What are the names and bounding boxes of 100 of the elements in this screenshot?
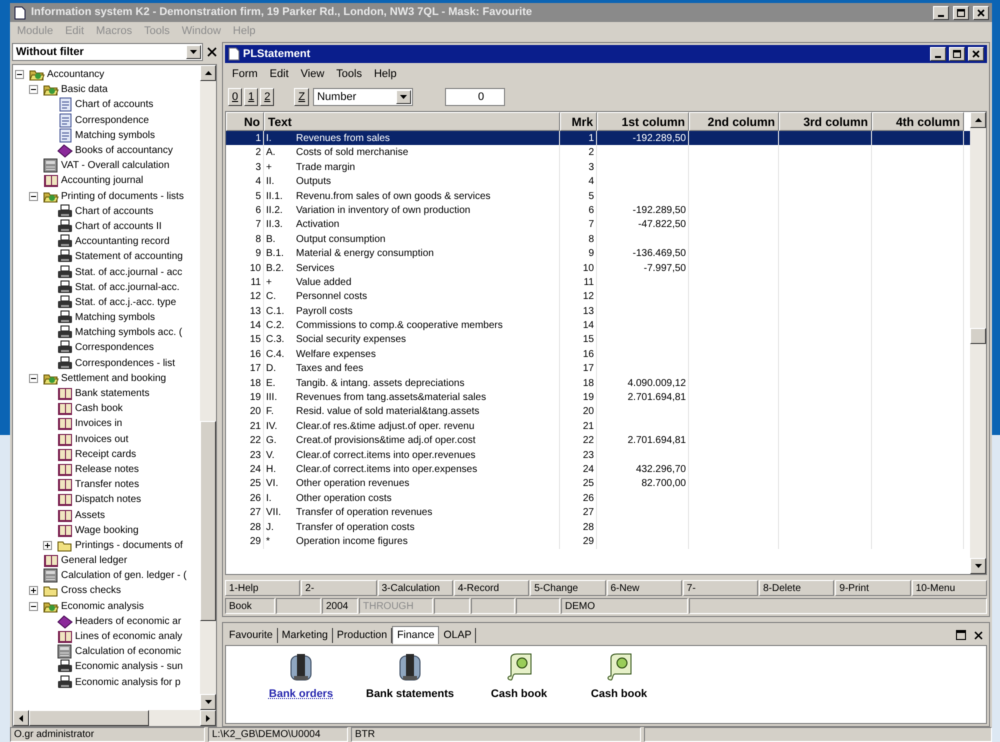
column-header[interactable]: 1st column [597, 112, 689, 131]
table-row[interactable]: 29 * Operation income figures 29 [226, 534, 970, 548]
toolbar-button[interactable]: 1 [244, 88, 258, 106]
column-header[interactable]: Text [264, 112, 560, 131]
tree-item[interactable]: VAT - Overall calculation [61, 158, 170, 174]
column-header[interactable]: 3rd column [779, 112, 872, 131]
scrollbar[interactable] [200, 65, 216, 710]
value-field[interactable]: 0 [445, 88, 506, 106]
table-row[interactable]: 16 C.4. Welfare expenses 16 [226, 346, 970, 362]
table-row[interactable]: 23 V. Clear.of correct.items into oper.revenues 23 [226, 448, 970, 462]
scrollbar-thumb[interactable] [200, 421, 216, 621]
table-row[interactable]: 2 A. Costs of sold merchanise 2 [226, 145, 970, 160]
function-key-button[interactable]: 1-Help [225, 580, 300, 596]
tree-item[interactable]: Headers of economic ar [75, 614, 182, 629]
tree-item[interactable]: Economic analysis [61, 598, 144, 614]
function-key-button[interactable]: 4-Record [454, 580, 530, 596]
tree-item[interactable]: Wage booking [75, 522, 139, 538]
column-header[interactable]: 2nd column [689, 112, 779, 131]
menu-item[interactable]: Edit [264, 66, 294, 82]
tab[interactable]: Finance [392, 626, 440, 644]
shortcut-button[interactable]: Cash book [484, 652, 554, 723]
close-icon[interactable] [207, 47, 217, 57]
tree-item[interactable]: Correspondence [75, 112, 149, 128]
table-row[interactable]: 22 G. Creat.of provisions&time adj.of oper.cost 22 2.701.694,81 [226, 433, 970, 448]
tab[interactable]: Marketing [278, 628, 333, 642]
close-icon[interactable] [974, 630, 983, 640]
filter-dropdown[interactable]: Without filter [12, 43, 203, 61]
menu-item[interactable]: Tools [331, 66, 367, 82]
table-row[interactable]: 19 III. Revenues from tang.assets&material sales 19 2.701.694,81 [226, 390, 970, 404]
sort-dropdown[interactable]: Number [313, 88, 414, 106]
tab[interactable]: Favourite [225, 628, 278, 642]
collapse-icon[interactable] [15, 70, 24, 80]
tree-item[interactable]: Matching symbols [75, 310, 156, 326]
tree-item[interactable]: Accountanting record [75, 234, 170, 250]
tree-item[interactable]: Chart of accounts II [75, 218, 162, 234]
tree-item[interactable]: Correspondences [75, 340, 154, 356]
table-row[interactable]: 9 B.1. Material & energy consumption 9 -136.469,50 [226, 246, 970, 261]
collapse-icon[interactable] [29, 85, 38, 94]
expand-icon[interactable] [29, 586, 38, 596]
right-arrow-icon[interactable] [206, 714, 210, 722]
table-row[interactable]: 27 VII. Transfer of operation revenues 27 [226, 505, 970, 520]
table-row[interactable]: 6 II.2. Variation in inventory of own production 6 -192.289,50 [226, 202, 970, 218]
column-header[interactable]: No [226, 112, 264, 131]
table-row[interactable]: 15 C.3. Social security expenses 15 [226, 332, 970, 347]
menu-item[interactable]: Help [368, 66, 402, 82]
table-row[interactable]: 5 II.1. Revenu.from sales of own goods & services 5 [226, 188, 970, 203]
tree-item[interactable]: Release notes [75, 462, 139, 477]
column-header[interactable]: 4th column [872, 112, 964, 131]
tree-item[interactable]: Bank statements [75, 386, 150, 402]
tree-item[interactable]: Calculation of economic [75, 644, 182, 660]
table-row[interactable]: 1 I. Revenues from sales 1 -192.289,50 [226, 131, 970, 146]
shortcut-button[interactable]: Bank orders [266, 652, 336, 723]
table-row[interactable]: 26 I. Other operation costs 26 [226, 490, 970, 506]
function-key-button[interactable]: 10-Menu [912, 580, 987, 596]
tab[interactable]: OLAP [439, 628, 476, 642]
table-row[interactable]: 3 + Trade margin 3 [226, 160, 970, 174]
tree-item[interactable]: Settlement and booking [61, 370, 166, 386]
table-row[interactable]: 11 + Value added 11 [226, 274, 970, 290]
column-header[interactable]: Mrk [560, 112, 597, 131]
tree-item[interactable]: Accountancy [47, 67, 104, 82]
function-key-button[interactable]: 2- [301, 580, 377, 596]
tree-item[interactable]: Cross checks [61, 583, 122, 598]
up-arrow-icon[interactable] [204, 71, 212, 75]
function-key-button[interactable]: 5-Change [530, 580, 606, 596]
tree-item[interactable]: Stat. of acc.j.-acc. type [75, 294, 176, 310]
table-row[interactable]: 21 IV. Clear.of res.&time adjust.of oper. revenu 21 [226, 418, 970, 434]
menu-item[interactable]: Form [227, 66, 263, 82]
tree-item[interactable]: Books of accountancy [75, 143, 173, 158]
tree-item[interactable]: Chart of accounts [75, 204, 154, 219]
tree-item[interactable]: Matching symbols [75, 128, 156, 143]
tree-item[interactable]: Transfer notes [75, 477, 140, 492]
table-row[interactable]: 12 C. Personnel costs 12 [226, 289, 970, 304]
menu-item[interactable]: View [296, 66, 330, 82]
function-key-button[interactable]: 8-Delete [759, 580, 834, 596]
collapse-icon[interactable] [29, 602, 38, 611]
table-row[interactable]: 10 B.2. Services 10 -7.997,50 [226, 260, 970, 275]
tree-item[interactable]: Statement of accounting [75, 249, 183, 264]
expand-icon[interactable] [43, 540, 52, 550]
function-key-button[interactable]: 3-Calculation [378, 580, 453, 596]
function-key-button[interactable]: 7- [682, 580, 758, 596]
tree-item[interactable]: Accounting journal [61, 173, 144, 188]
tree-item[interactable]: Matching symbols acc. ( [75, 325, 182, 340]
collapse-icon[interactable] [29, 192, 38, 201]
scrollbar[interactable] [13, 710, 216, 726]
function-key-button[interactable]: 9-Print [835, 580, 911, 596]
tree-item[interactable]: Stat. of acc.journal - acc [75, 264, 182, 280]
scrollbar-thumb[interactable] [970, 328, 986, 344]
table-row[interactable]: 13 C.1. Payroll costs 13 [226, 304, 970, 318]
down-arrow-icon[interactable] [204, 700, 212, 704]
tree-item[interactable]: Chart of accounts [75, 97, 154, 112]
scrollbar[interactable] [970, 112, 986, 574]
left-arrow-icon[interactable] [19, 714, 23, 722]
toolbar-button[interactable]: Z [294, 88, 310, 106]
tree-item[interactable]: Printing of documents - lists [61, 188, 184, 204]
table-row[interactable]: 24 H. Clear.of correct.items into oper.expenses 24 432.296,70 [226, 462, 970, 476]
tree-item[interactable]: Economic analysis for p [75, 674, 181, 690]
tree-item[interactable]: Stat. of acc.journal-acc. [75, 280, 180, 295]
table-row[interactable]: 4 II. Outputs 4 [226, 174, 970, 189]
tree-item[interactable]: Calculation of gen. ledger - ( [61, 568, 187, 584]
tree-item[interactable]: Invoices out [75, 432, 128, 447]
